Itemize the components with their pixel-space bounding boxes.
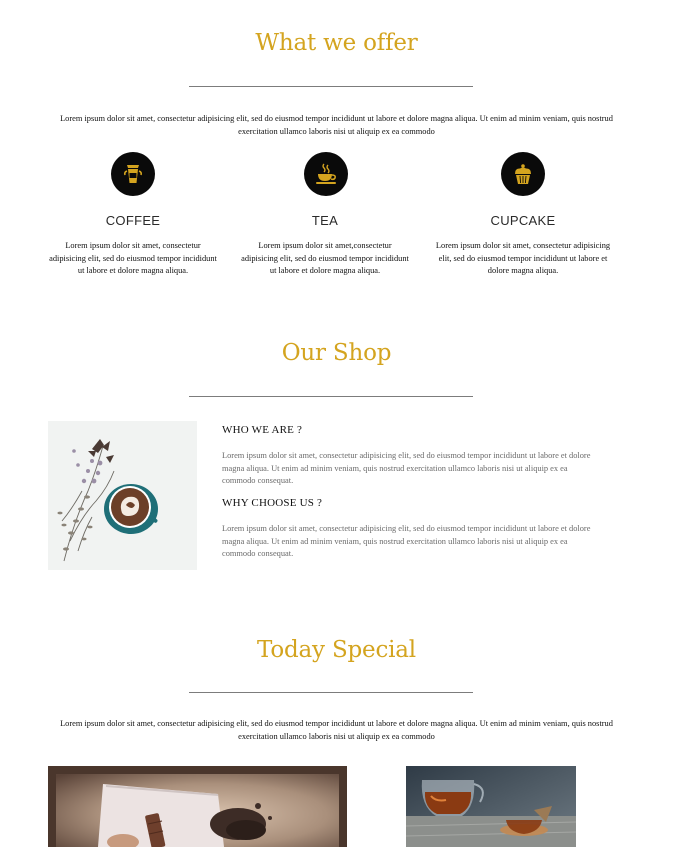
shop-divider [189, 396, 473, 397]
shop-section-title: Our Shop [281, 340, 392, 366]
offer-text-tea: Lorem ipsum dolor sit amet,consectetur a… [241, 241, 409, 275]
why-choose-us-text: Lorem ipsum dolor sit amet, consectetur … [222, 524, 591, 558]
offer-divider [189, 86, 473, 87]
special-divider [189, 692, 473, 693]
special-section-title: Today Special [257, 637, 416, 663]
offer-section-title: What we offer [255, 30, 418, 56]
offer-title-coffee: COFFEE [105, 213, 161, 228]
who-we-are-heading: WHO WE ARE ? [222, 424, 303, 436]
offer-title-tea: TEA [311, 213, 339, 228]
special-chocolate-photo [48, 766, 347, 847]
offer-text-cupcake: Lorem ipsum dolor sit amet, consectetur … [435, 241, 611, 275]
special-tea-photo [406, 766, 576, 847]
tea-cup-icon [304, 152, 348, 196]
offer-intro-text: Lorem ipsum dolor sit amet, consectetur … [60, 114, 613, 136]
coffee-cup-icon [111, 152, 155, 196]
cupcake-icon [501, 152, 545, 196]
offer-title-cupcake: CUPCAKE [490, 213, 556, 228]
shop-latte-image [48, 421, 197, 570]
special-intro-text: Lorem ipsum dolor sit amet, consectetur … [60, 719, 613, 741]
why-choose-us-heading: WHY CHOOSE US ? [222, 497, 323, 509]
offer-text-coffee: Lorem ipsum dolor sit amet, consectetur … [49, 241, 217, 275]
who-we-are-text: Lorem ipsum dolor sit amet, consectetur … [222, 451, 591, 485]
